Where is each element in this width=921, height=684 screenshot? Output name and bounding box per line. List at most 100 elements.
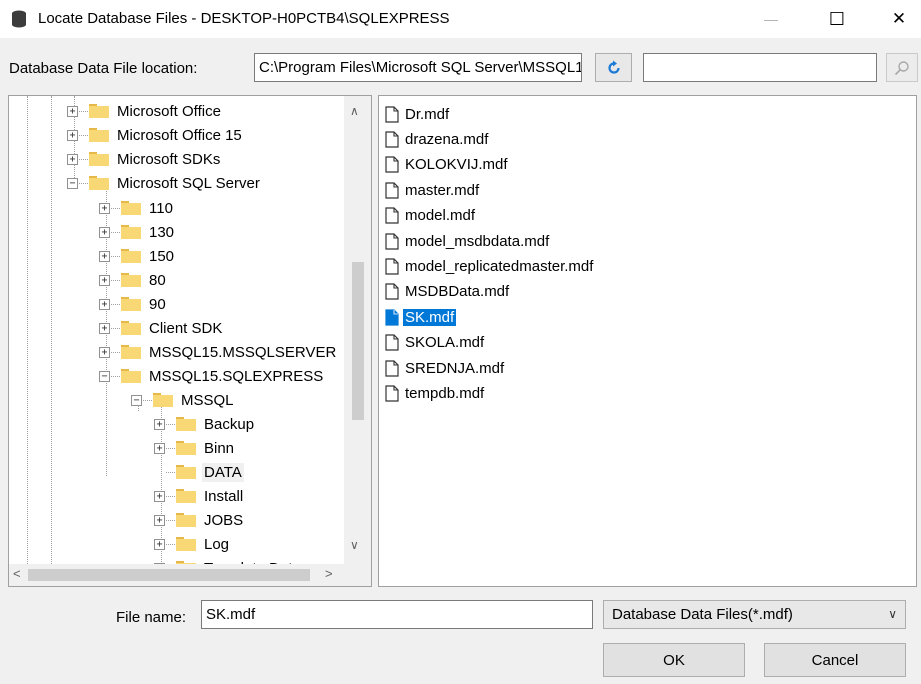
expand-icon[interactable]: + bbox=[99, 322, 110, 334]
database-icon bbox=[12, 10, 26, 28]
folder-icon bbox=[121, 297, 141, 311]
location-input[interactable]: C:\Program Files\Microsoft SQL Server\MS… bbox=[254, 53, 582, 82]
tree-item[interactable]: + Install bbox=[154, 484, 245, 508]
cancel-button[interactable]: Cancel bbox=[764, 643, 906, 677]
maximize-button[interactable]: ☐ bbox=[814, 0, 860, 38]
file-name-input[interactable]: SK.mdf bbox=[201, 600, 593, 629]
collapse-icon[interactable]: − bbox=[131, 394, 142, 406]
tree-item[interactable]: +80 bbox=[99, 268, 168, 292]
tree-item[interactable]: + Log bbox=[154, 532, 231, 556]
tree-item-label: MSSQL bbox=[181, 391, 234, 409]
expand-icon[interactable]: + bbox=[154, 538, 165, 550]
tree-vertical-scrollbar[interactable]: ∧ ∨ bbox=[344, 96, 371, 564]
file-item[interactable]: SREDNJA.mdf bbox=[385, 357, 506, 379]
file-list[interactable]: Dr.mdf drazena.mdf KOLOKVIJ.mdf master.mdf m… bbox=[378, 95, 917, 587]
expand-icon[interactable]: + bbox=[99, 274, 110, 286]
folder-icon bbox=[176, 441, 196, 455]
search-button[interactable] bbox=[886, 53, 918, 82]
scroll-right-icon[interactable]: > bbox=[325, 566, 333, 581]
scroll-thumb[interactable] bbox=[352, 262, 364, 420]
tree-item[interactable]: +90 bbox=[99, 292, 168, 316]
file-name: model_msdbdata.mdf bbox=[405, 232, 550, 250]
refresh-button[interactable] bbox=[595, 53, 632, 82]
file-item[interactable]: Dr.mdf bbox=[385, 103, 451, 125]
expand-icon[interactable]: + bbox=[67, 129, 78, 141]
close-icon: ✕ bbox=[891, 9, 907, 28]
file-type-value: Database Data Files(*.mdf) bbox=[612, 606, 793, 623]
ok-button[interactable]: OK bbox=[603, 643, 745, 677]
expand-icon[interactable]: + bbox=[154, 418, 165, 430]
tree-item[interactable]: + JOBS bbox=[154, 508, 245, 532]
file-type-select[interactable]: Database Data Files(*.mdf) ∨ bbox=[603, 600, 906, 629]
tree-connector bbox=[166, 423, 175, 425]
expand-icon[interactable]: + bbox=[99, 250, 110, 262]
location-value: C:\Program Files\Microsoft SQL Server\MS… bbox=[259, 59, 582, 76]
minimize-button[interactable]: — bbox=[748, 0, 794, 38]
tree-connector bbox=[111, 279, 120, 281]
expand-icon[interactable]: + bbox=[154, 442, 165, 454]
collapse-icon[interactable]: − bbox=[67, 177, 78, 189]
tree-item-label: 130 bbox=[149, 223, 175, 241]
file-item[interactable]: model_msdbdata.mdf bbox=[385, 230, 551, 252]
tree-item[interactable]: +110 bbox=[99, 196, 175, 220]
file-icon bbox=[385, 359, 399, 377]
tree-item[interactable]: + MSSQL15.MSSQLSERVER bbox=[99, 340, 338, 364]
file-item[interactable]: drazena.mdf bbox=[385, 128, 490, 150]
tree-connector bbox=[79, 182, 88, 184]
tree-connector bbox=[166, 543, 175, 545]
tree-item[interactable]: + Binn bbox=[154, 436, 236, 460]
folder-icon bbox=[176, 513, 196, 527]
tree-item[interactable]: DATA bbox=[154, 460, 244, 484]
tree-item[interactable]: +150 bbox=[99, 244, 176, 268]
file-item[interactable]: tempdb.mdf bbox=[385, 382, 486, 404]
file-item[interactable]: model_replicatedmaster.mdf bbox=[385, 255, 595, 277]
tree-connector bbox=[166, 471, 175, 473]
expand-icon[interactable]: + bbox=[154, 490, 165, 502]
file-name: SREDNJA.mdf bbox=[405, 359, 505, 377]
folder-icon bbox=[176, 537, 196, 551]
expand-icon[interactable]: + bbox=[99, 202, 110, 214]
tree-item[interactable]: + Backup bbox=[154, 412, 256, 436]
chevron-down-icon: ∨ bbox=[888, 607, 897, 621]
file-item[interactable]: MSDBData.mdf bbox=[385, 281, 511, 303]
folder-icon bbox=[121, 273, 141, 287]
expand-icon[interactable]: + bbox=[99, 226, 110, 238]
scroll-down-icon[interactable]: ∨ bbox=[350, 538, 359, 552]
folder-icon bbox=[89, 176, 109, 190]
expand-icon[interactable]: + bbox=[67, 153, 78, 165]
tree-connector bbox=[166, 519, 175, 521]
scroll-left-icon[interactable]: < bbox=[13, 566, 21, 581]
file-item[interactable]: model.mdf bbox=[385, 205, 477, 227]
tree-guide-line bbox=[51, 96, 52, 564]
tree-item[interactable]: − Microsoft SQL Server bbox=[67, 171, 262, 195]
tree-item-label: Backup bbox=[204, 415, 255, 433]
expand-icon[interactable]: + bbox=[99, 346, 110, 358]
scroll-thumb[interactable] bbox=[28, 569, 310, 581]
folder-tree[interactable]: + Microsoft Office + Microsoft Office 15 + Mi… bbox=[8, 95, 372, 587]
tree-horizontal-scrollbar[interactable]: < > bbox=[9, 564, 371, 586]
expand-icon[interactable]: + bbox=[154, 514, 165, 526]
tree-item[interactable]: +130 bbox=[99, 220, 176, 244]
scroll-up-icon[interactable]: ∧ bbox=[350, 104, 359, 118]
file-item[interactable]: SK.mdf bbox=[385, 306, 457, 328]
tree-item[interactable]: − MSSQL bbox=[131, 388, 236, 412]
tree-item-label: MSSQL15.SQLEXPRESS bbox=[149, 367, 324, 385]
file-name: MSDBData.mdf bbox=[405, 283, 510, 301]
file-item[interactable]: KOLOKVIJ.mdf bbox=[385, 154, 510, 176]
tree-item[interactable]: − MSSQL15.SQLEXPRESS bbox=[99, 364, 325, 388]
tree-item[interactable]: + Microsoft Office 15 bbox=[67, 123, 244, 147]
tree-connector bbox=[143, 399, 152, 401]
collapse-icon[interactable]: − bbox=[99, 370, 110, 382]
folder-icon bbox=[89, 128, 109, 142]
file-icon bbox=[385, 182, 399, 199]
expand-icon[interactable]: + bbox=[99, 298, 110, 310]
close-button[interactable]: ✕ bbox=[876, 0, 921, 38]
tree-connector bbox=[166, 447, 175, 449]
file-item[interactable]: SKOLA.mdf bbox=[385, 332, 486, 354]
expand-icon[interactable]: + bbox=[67, 105, 78, 117]
tree-item[interactable]: + Microsoft Office bbox=[67, 99, 223, 123]
tree-item[interactable]: + Microsoft SDKs bbox=[67, 147, 222, 171]
search-input[interactable] bbox=[643, 53, 877, 82]
tree-item[interactable]: + Client SDK bbox=[99, 316, 224, 340]
file-item[interactable]: master.mdf bbox=[385, 179, 481, 201]
